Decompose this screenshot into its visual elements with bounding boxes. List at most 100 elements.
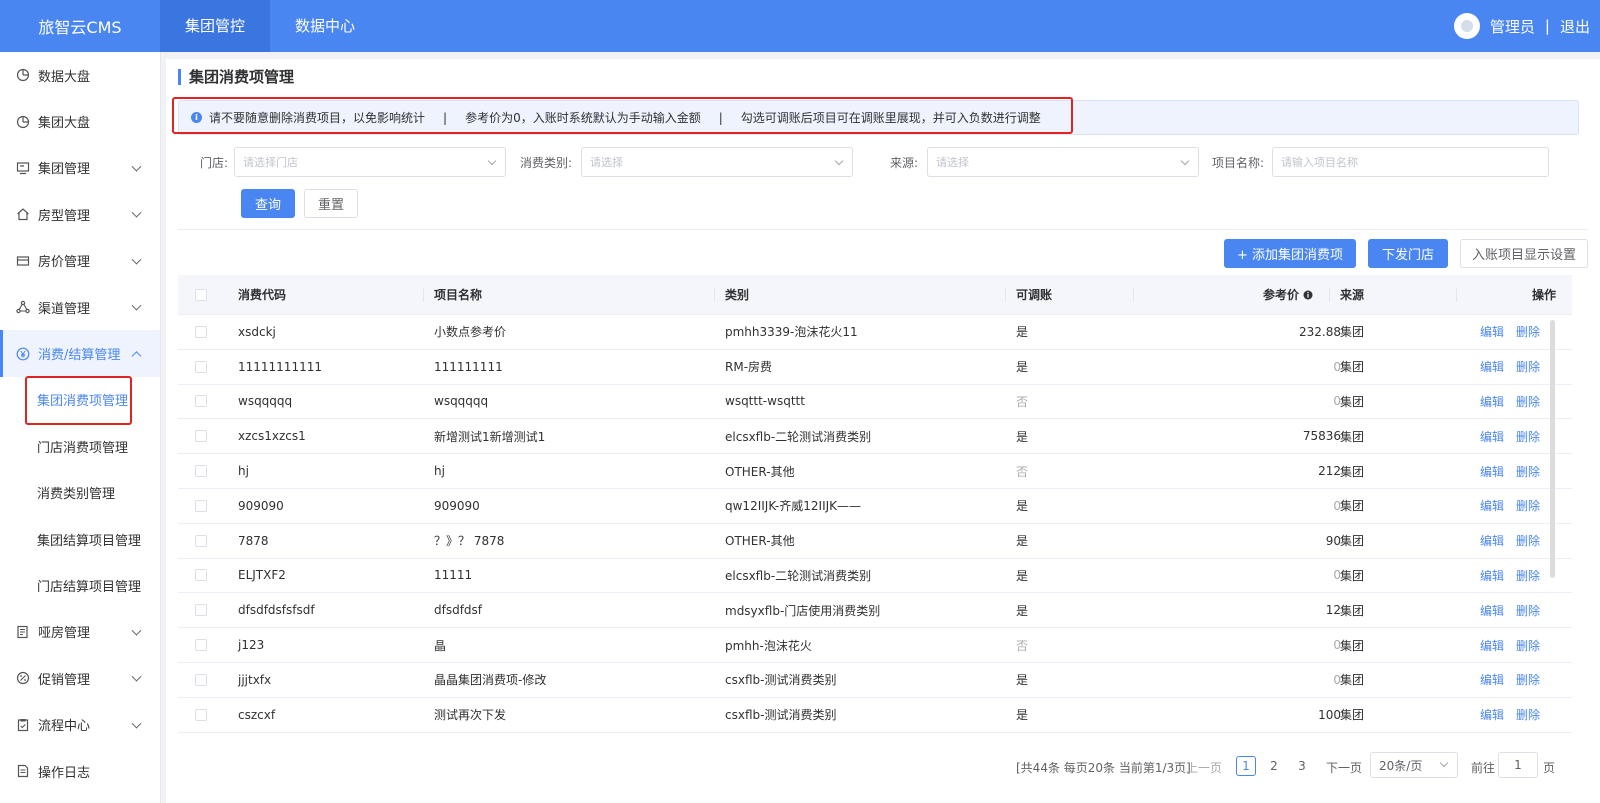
sidebar-subitem-store-consumption[interactable]: 门店消费项管理 bbox=[0, 423, 160, 469]
sidebar-item-channel[interactable]: 渠道管理 bbox=[0, 284, 160, 330]
page-1[interactable]: 1 bbox=[1236, 756, 1256, 776]
store-label: 门店: bbox=[200, 156, 229, 170]
sidebar-item-consumption-settlement[interactable]: 消费/结算管理 bbox=[0, 330, 160, 377]
row-checkbox[interactable] bbox=[195, 360, 207, 373]
sidebar-item-label: 操作日志 bbox=[38, 765, 91, 781]
info-icon[interactable] bbox=[1303, 290, 1313, 300]
dispatch-store-button[interactable]: 下发门店 bbox=[1368, 239, 1448, 268]
header-divider bbox=[423, 288, 424, 302]
delete-button[interactable]: 删除 bbox=[1516, 428, 1540, 445]
cell-category: elcsxflb-二轮测试消费类别 bbox=[725, 429, 872, 444]
row-checkbox[interactable] bbox=[195, 639, 207, 652]
edit-button[interactable]: 编辑 bbox=[1480, 637, 1504, 654]
cell-adjustable: 是 bbox=[1016, 568, 1029, 583]
sidebar-item-promotion[interactable]: 促销管理 bbox=[0, 655, 160, 701]
sidebar-item-operation-log[interactable]: 操作日志 bbox=[0, 748, 160, 794]
sidebar-item-label: 房价管理 bbox=[38, 255, 91, 271]
delete-button[interactable]: 删除 bbox=[1516, 671, 1540, 688]
delete-button[interactable]: 删除 bbox=[1516, 393, 1540, 410]
sidebar-subitem-store-settlement[interactable]: 门店结算项目管理 bbox=[0, 562, 160, 608]
sidebar-item-label: 房型管理 bbox=[38, 208, 91, 224]
header-divider bbox=[1456, 288, 1457, 302]
edit-button[interactable]: 编辑 bbox=[1480, 497, 1504, 514]
cell-source: 集团 bbox=[1340, 568, 1365, 583]
row-checkbox[interactable] bbox=[195, 465, 207, 478]
topnav-data-center[interactable]: 数据中心 bbox=[270, 0, 380, 52]
delete-button[interactable]: 删除 bbox=[1516, 706, 1540, 723]
header-name: 项目名称 bbox=[434, 288, 483, 302]
page-unit: 页 bbox=[1543, 761, 1556, 775]
sidebar: 数据大盘 集团大盘 集团管理 房型管理 房价管理 渠道管理 消费/结算管理 集团… bbox=[0, 52, 161, 803]
row-checkbox[interactable] bbox=[195, 395, 207, 408]
source-select[interactable]: 请选择 bbox=[927, 147, 1199, 177]
sidebar-subitem-group-settlement[interactable]: 集团结算项目管理 bbox=[0, 516, 160, 562]
store-select[interactable]: 请选择门店 bbox=[234, 147, 506, 177]
select-all-checkbox[interactable] bbox=[195, 288, 207, 301]
page-3[interactable]: 3 bbox=[1292, 756, 1312, 776]
edit-button[interactable]: 编辑 bbox=[1480, 671, 1504, 688]
delete-button[interactable]: 删除 bbox=[1516, 532, 1540, 549]
page-size-select[interactable]: 20条/页 bbox=[1370, 752, 1458, 778]
delete-button[interactable]: 删除 bbox=[1516, 567, 1540, 584]
table-scrollbar[interactable] bbox=[1550, 320, 1555, 578]
edit-button[interactable]: 编辑 bbox=[1480, 428, 1504, 445]
user-name[interactable]: 管理员 bbox=[1490, 16, 1535, 37]
delete-button[interactable]: 删除 bbox=[1516, 497, 1540, 514]
edit-button[interactable]: 编辑 bbox=[1480, 323, 1504, 340]
display-settings-button[interactable]: 入账项目显示设置 bbox=[1460, 239, 1588, 268]
clipboard-icon bbox=[17, 718, 29, 731]
sidebar-item-room-price[interactable]: 房价管理 bbox=[0, 238, 160, 284]
delete-button[interactable]: 删除 bbox=[1516, 637, 1540, 654]
goto-page-input[interactable]: 1 bbox=[1498, 752, 1538, 778]
row-checkbox[interactable] bbox=[195, 673, 207, 686]
edit-button[interactable]: 编辑 bbox=[1480, 532, 1504, 549]
row-checkbox[interactable] bbox=[195, 499, 207, 512]
cell-adjustable: 是 bbox=[1016, 499, 1029, 514]
sidebar-item-label: 哑房管理 bbox=[38, 626, 91, 642]
avatar[interactable] bbox=[1453, 13, 1480, 39]
sidebar-subitem-consumption-category[interactable]: 消费类别管理 bbox=[0, 470, 160, 516]
header-price-label: 参考价 bbox=[1263, 288, 1300, 302]
delete-button[interactable]: 删除 bbox=[1516, 602, 1540, 619]
category-select[interactable]: 请选择 bbox=[581, 147, 853, 177]
cell-code: dfsdfdsfsfsdf bbox=[238, 603, 315, 618]
chevron-down-icon bbox=[131, 718, 142, 729]
edit-button[interactable]: 编辑 bbox=[1480, 358, 1504, 375]
sidebar-subitem-group-consumption[interactable]: 集团消费项管理 bbox=[0, 377, 160, 423]
sidebar-item-dummy-room[interactable]: 哑房管理 bbox=[0, 609, 160, 655]
cell-price: 0 bbox=[1333, 359, 1341, 374]
query-button[interactable]: 查询 bbox=[241, 189, 295, 218]
sidebar-item-workflow[interactable]: 流程中心 bbox=[0, 701, 160, 747]
sidebar-item-group-management[interactable]: 集团管理 bbox=[0, 145, 160, 191]
header-price: 参考价 bbox=[1263, 286, 1313, 303]
edit-button[interactable]: 编辑 bbox=[1480, 706, 1504, 723]
row-checkbox[interactable] bbox=[195, 325, 207, 338]
row-checkbox[interactable] bbox=[195, 604, 207, 617]
sidebar-item-room-type[interactable]: 房型管理 bbox=[0, 191, 160, 237]
row-checkbox[interactable] bbox=[195, 534, 207, 547]
page-2[interactable]: 2 bbox=[1264, 756, 1284, 776]
edit-button[interactable]: 编辑 bbox=[1480, 463, 1504, 480]
project-name-label: 项目名称: bbox=[1212, 156, 1265, 170]
logout-link[interactable]: 退出 bbox=[1560, 16, 1590, 37]
sidebar-item-data-dashboard[interactable]: 数据大盘 bbox=[0, 52, 160, 98]
project-name-input[interactable]: 请输入项目名称 bbox=[1272, 147, 1549, 177]
delete-button[interactable]: 删除 bbox=[1516, 463, 1540, 480]
row-checkbox[interactable] bbox=[195, 569, 207, 582]
app-logo[interactable]: 旅智云CMS bbox=[0, 14, 160, 38]
table-row: wsqqqqq wsqqqqq wsqttt-wsqttt 否 集团 0 编辑 删除 bbox=[178, 385, 1572, 420]
sidebar-item-group-dashboard[interactable]: 集团大盘 bbox=[0, 98, 160, 144]
reset-button[interactable]: 重置 bbox=[304, 189, 358, 218]
add-group-item-button[interactable]: + 添加集团消费项 bbox=[1224, 239, 1356, 268]
edit-button[interactable]: 编辑 bbox=[1480, 602, 1504, 619]
row-checkbox[interactable] bbox=[195, 708, 207, 721]
edit-button[interactable]: 编辑 bbox=[1480, 567, 1504, 584]
header-source: 来源 bbox=[1340, 288, 1365, 302]
pager-prev[interactable]: 上一页 bbox=[1186, 759, 1222, 776]
delete-button[interactable]: 删除 bbox=[1516, 358, 1540, 375]
row-checkbox[interactable] bbox=[195, 430, 207, 443]
delete-button[interactable]: 删除 bbox=[1516, 323, 1540, 340]
pager-next[interactable]: 下一页 bbox=[1326, 759, 1362, 776]
topnav-group-control[interactable]: 集团管控 bbox=[160, 0, 271, 52]
edit-button[interactable]: 编辑 bbox=[1480, 393, 1504, 410]
